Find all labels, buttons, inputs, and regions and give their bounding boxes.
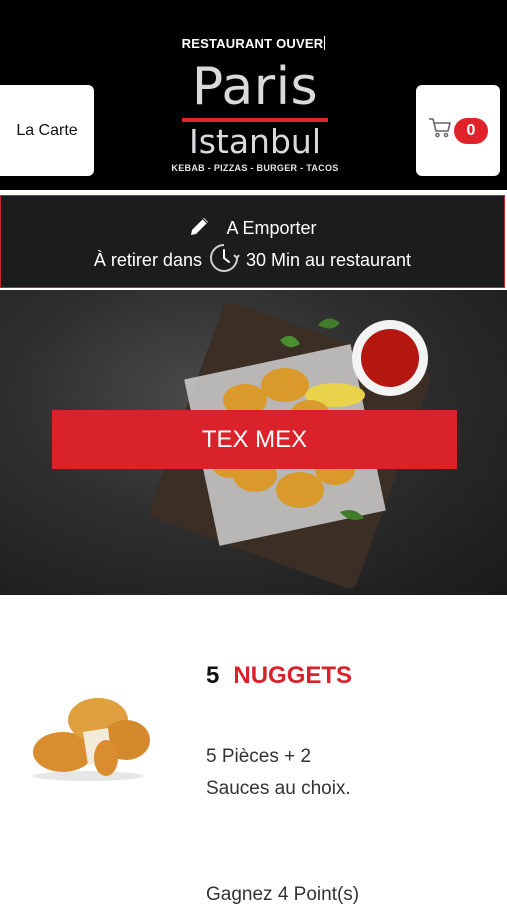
cart-button[interactable]: 0: [416, 85, 500, 176]
logo-istanbul-text: Istanbul: [188, 122, 322, 161]
pickup-prefix: À retirer dans: [93, 250, 202, 270]
logo-tagline: KEBAB - PIZZAS - BURGER - TACOS: [171, 163, 339, 173]
cart-count-badge: 0: [454, 117, 488, 144]
clock-icon: [208, 242, 240, 279]
category-label: TEX MEX: [201, 425, 308, 453]
pickup-banner[interactable]: A Emporter À retirer dans 30 Min au rest…: [0, 195, 505, 288]
app-header: RESTAURANT OUVER La Carte Paris Istanbul…: [0, 0, 507, 190]
product-description: 5 Pièces + 2 Sauces au choix.: [206, 741, 486, 805]
cart-icon: [428, 117, 452, 144]
loyalty-points-text: Gagnez 4 Point(s): [206, 884, 360, 905]
pickup-time: 30 Min au restaurant: [245, 250, 412, 270]
menu-carte-button[interactable]: La Carte: [0, 85, 94, 176]
pickup-mode: A Emporter: [226, 218, 317, 238]
product-description-line1: 5 Pièces + 2: [206, 746, 312, 767]
menu-carte-label: La Carte: [16, 121, 78, 139]
pencil-icon[interactable]: [188, 214, 212, 243]
product-title[interactable]: 5 NUGGETS: [206, 662, 352, 690]
product-name: NUGGETS: [233, 662, 353, 689]
logo-paris-text: Paris: [191, 57, 319, 117]
product-quantity: 5: [206, 662, 220, 689]
restaurant-logo: Paris Istanbul KEBAB - PIZZAS - BURGER -…: [160, 60, 350, 190]
category-button-tex-mex[interactable]: TEX MEX: [52, 410, 457, 469]
restaurant-status: RESTAURANT OUVER: [181, 36, 326, 51]
product-description-line2: Sauces au choix.: [206, 778, 351, 799]
nuggets-image: [33, 698, 150, 781]
category-hero: TEX MEX: [0, 290, 507, 595]
